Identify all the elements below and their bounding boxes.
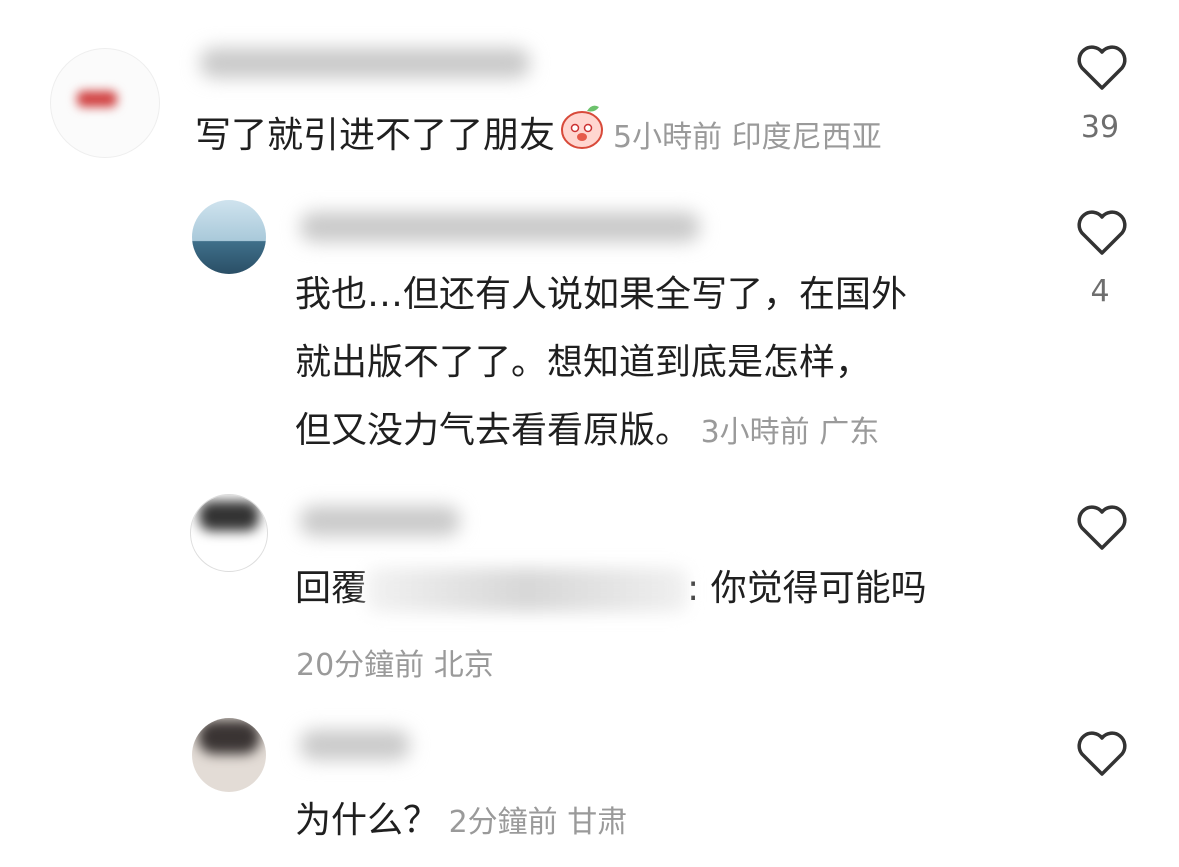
peach-emoji-icon [557,102,607,172]
heart-icon [1077,505,1127,550]
comment-location: 广东 [819,415,880,450]
comment-text-line: 就出版不了了。想知道到底是怎样， [295,342,872,383]
comment-time: 2分鐘前 [448,805,558,840]
like-button[interactable] [1072,502,1132,552]
comment-location: 北京 [433,648,494,683]
avatar-mark [198,720,260,754]
like-count: 39 [1080,110,1120,145]
avatar[interactable] [50,48,160,158]
avatar-mark [199,501,259,531]
heart-icon [1077,731,1127,776]
comment-meta: 20分鐘前 北京 [296,640,494,684]
username-blurred[interactable] [300,730,410,760]
avatar[interactable] [192,200,266,274]
comment-text: 为什么？ 2分鐘前 甘肃 [295,800,628,841]
heart-icon [1077,210,1127,255]
comment-time: 5小時前 [613,120,723,155]
comment-location: 印度尼西亚 [731,120,882,155]
comment-text-line: 但又没力气去看看原版。 3小時前 广东 [295,410,880,451]
redacted-username [367,568,688,612]
like-button[interactable] [1072,207,1132,257]
comment-time: 20分鐘前 [296,648,425,683]
username-blurred[interactable] [300,212,700,242]
comment-text-line: 我也…但还有人说如果全写了，在国外 [295,274,908,315]
like-button[interactable] [1072,42,1132,92]
heart-icon [1077,45,1127,90]
avatar[interactable] [190,494,268,572]
avatar[interactable] [192,718,266,792]
username-blurred[interactable] [300,506,460,536]
comment-text: 写了就引进不了了朋友 5小時前 印度尼西亚 [195,102,882,172]
like-button[interactable] [1072,728,1132,778]
comment-location: 甘肃 [567,805,628,840]
reply-text: 回覆: 你觉得可能吗 [295,556,927,622]
username-blurred[interactable] [200,48,530,78]
comment-time: 3小時前 [700,415,810,450]
avatar-mark [77,91,117,107]
like-count: 4 [1090,274,1110,309]
